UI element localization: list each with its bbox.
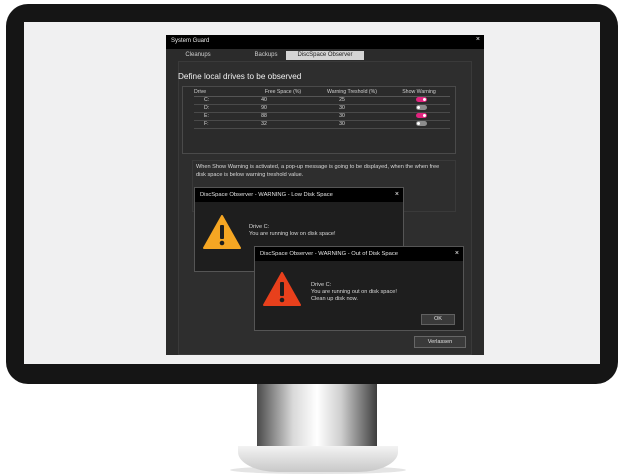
toggle-knob <box>423 114 426 117</box>
tab-discspace-observer[interactable]: DiscSpace Observer <box>286 51 364 60</box>
table-row: D: 90 30 <box>194 105 450 112</box>
cell-drive: C: <box>204 97 210 103</box>
cell-drive: F: <box>204 121 209 127</box>
dialog-message: You are running low on disk space! <box>249 231 336 237</box>
dialog-title: DiscSpace Observer - WARNING - Out of Di… <box>260 251 398 257</box>
monitor-stand-neck <box>257 384 377 446</box>
show-warning-toggle[interactable] <box>416 113 427 118</box>
dialog-titlebar: DiscSpace Observer - WARNING - Low Disk … <box>195 188 403 202</box>
error-warning-icon <box>263 272 301 306</box>
toggle-knob <box>423 98 426 101</box>
cell-threshold: 30 <box>339 113 345 119</box>
toggle-knob <box>417 106 420 109</box>
dialog-titlebar: DiscSpace Observer - WARNING - Out of Di… <box>255 247 463 261</box>
table-row: C: 40 25 <box>194 97 450 104</box>
out-of-disk-space-dialog: DiscSpace Observer - WARNING - Out of Di… <box>254 246 464 331</box>
close-icon[interactable]: × <box>395 188 399 202</box>
section-heading: Define local drives to be observed <box>178 72 302 81</box>
dialog-instruction: Clean up disk now. <box>311 296 358 302</box>
toggle-knob <box>417 122 420 125</box>
ok-button[interactable]: OK <box>421 314 455 325</box>
show-warning-toggle[interactable] <box>416 105 427 110</box>
show-warning-toggle[interactable] <box>416 97 427 102</box>
monitor-stand-foot <box>238 446 398 472</box>
app-title: System Guard <box>171 38 210 44</box>
column-header-drive: Drive <box>194 89 207 95</box>
dialog-title: DiscSpace Observer - WARNING - Low Disk … <box>200 192 333 198</box>
cell-drive: E: <box>204 113 209 119</box>
tab-backups[interactable]: Backups <box>246 51 286 60</box>
cell-free-space: 32 <box>261 121 267 127</box>
table-row: F: 32 30 <box>194 121 450 128</box>
cell-free-space: 90 <box>261 105 267 111</box>
tab-cleanups[interactable]: Cleanups <box>178 51 218 60</box>
close-icon[interactable]: × <box>476 36 480 43</box>
table-row: E: 88 30 <box>194 113 450 120</box>
cell-threshold: 30 <box>339 121 345 127</box>
row-divider <box>194 128 450 129</box>
cell-free-space: 88 <box>261 113 267 119</box>
cell-drive: D: <box>204 105 210 111</box>
column-header-show-warning: Show Warning <box>402 89 436 95</box>
cell-threshold: 30 <box>339 105 345 111</box>
exit-button[interactable]: Verlassen <box>414 336 466 348</box>
warning-icon <box>203 215 241 249</box>
column-header-threshold: Warning Treshold (%) <box>327 89 377 95</box>
close-icon[interactable]: × <box>455 247 459 261</box>
cell-free-space: 40 <box>261 97 267 103</box>
column-header-free-space: Free Space (%) <box>264 89 302 95</box>
info-text: When Show Warning is activated, a pop-up… <box>196 164 440 178</box>
cell-threshold: 25 <box>339 97 345 103</box>
app-titlebar: System Guard × <box>166 35 484 49</box>
show-warning-toggle[interactable] <box>416 121 427 126</box>
